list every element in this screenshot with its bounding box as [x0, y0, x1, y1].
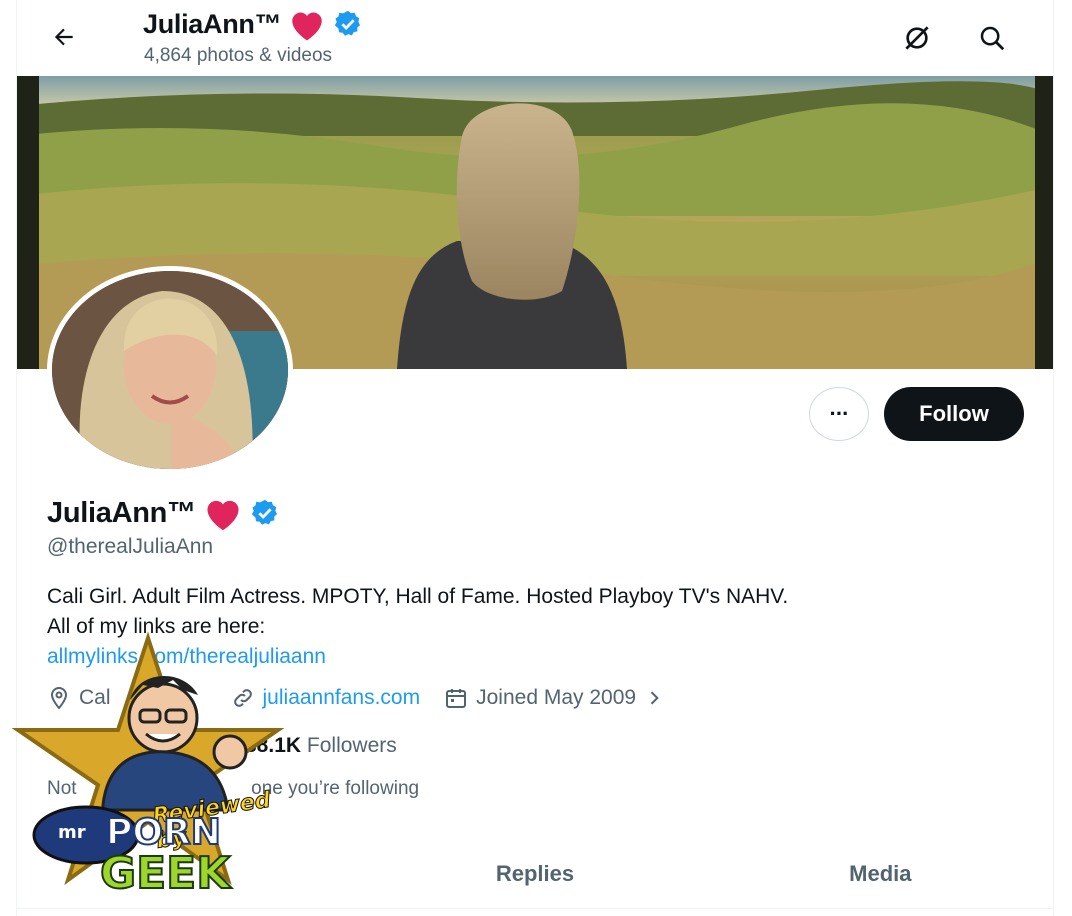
watermark-logo: Reviewed by mr PORN GEEK — [8, 630, 298, 910]
hide-icon — [905, 26, 929, 50]
profile-name-row: JuliaAnn™ — [47, 494, 280, 532]
profile-avatar[interactable] — [47, 266, 293, 474]
heart-icon — [207, 500, 239, 531]
search-icon — [980, 26, 1005, 51]
followers-label: Followers — [306, 734, 397, 757]
media-count: 4,864 photos & videos — [144, 45, 333, 66]
search-button[interactable] — [972, 18, 1012, 58]
avatar-image — [52, 271, 288, 469]
watermark-geek: GEEK — [99, 847, 231, 900]
header-name-row: JuliaAnn™ — [143, 6, 363, 42]
joined-item[interactable]: Joined May 2009 — [444, 686, 664, 710]
tab-media[interactable]: Media — [708, 842, 1053, 906]
profile-display-name: JuliaAnn™ — [47, 496, 196, 529]
top-bar: JuliaAnn™ 4,864 photos & videos — [17, 0, 1053, 76]
joined-text: Joined May 2009 — [476, 686, 637, 709]
calendar-icon — [446, 689, 467, 708]
watermark-porn: PORN — [105, 811, 222, 854]
verified-badge-icon — [335, 10, 361, 36]
header-display-name: JuliaAnn™ — [143, 8, 282, 39]
watermark-mr: mr — [58, 822, 86, 843]
more-options-button[interactable]: ··· — [809, 387, 869, 441]
tab-replies[interactable]: Replies — [362, 842, 707, 906]
heart-icon — [292, 12, 323, 41]
profile-handle: @therealJuliaAnn — [47, 535, 214, 558]
bio-line-1: Cali Girl. Adult Film Actress. MPOTY, Ha… — [47, 585, 789, 608]
chevron-right-icon — [650, 691, 659, 705]
follow-button[interactable]: Follow — [884, 387, 1024, 441]
back-arrow-icon — [54, 28, 73, 46]
verified-badge-icon — [251, 499, 277, 525]
back-button[interactable] — [47, 20, 81, 54]
hide-button[interactable] — [897, 18, 937, 58]
more-options-icon: ··· — [829, 401, 850, 426]
